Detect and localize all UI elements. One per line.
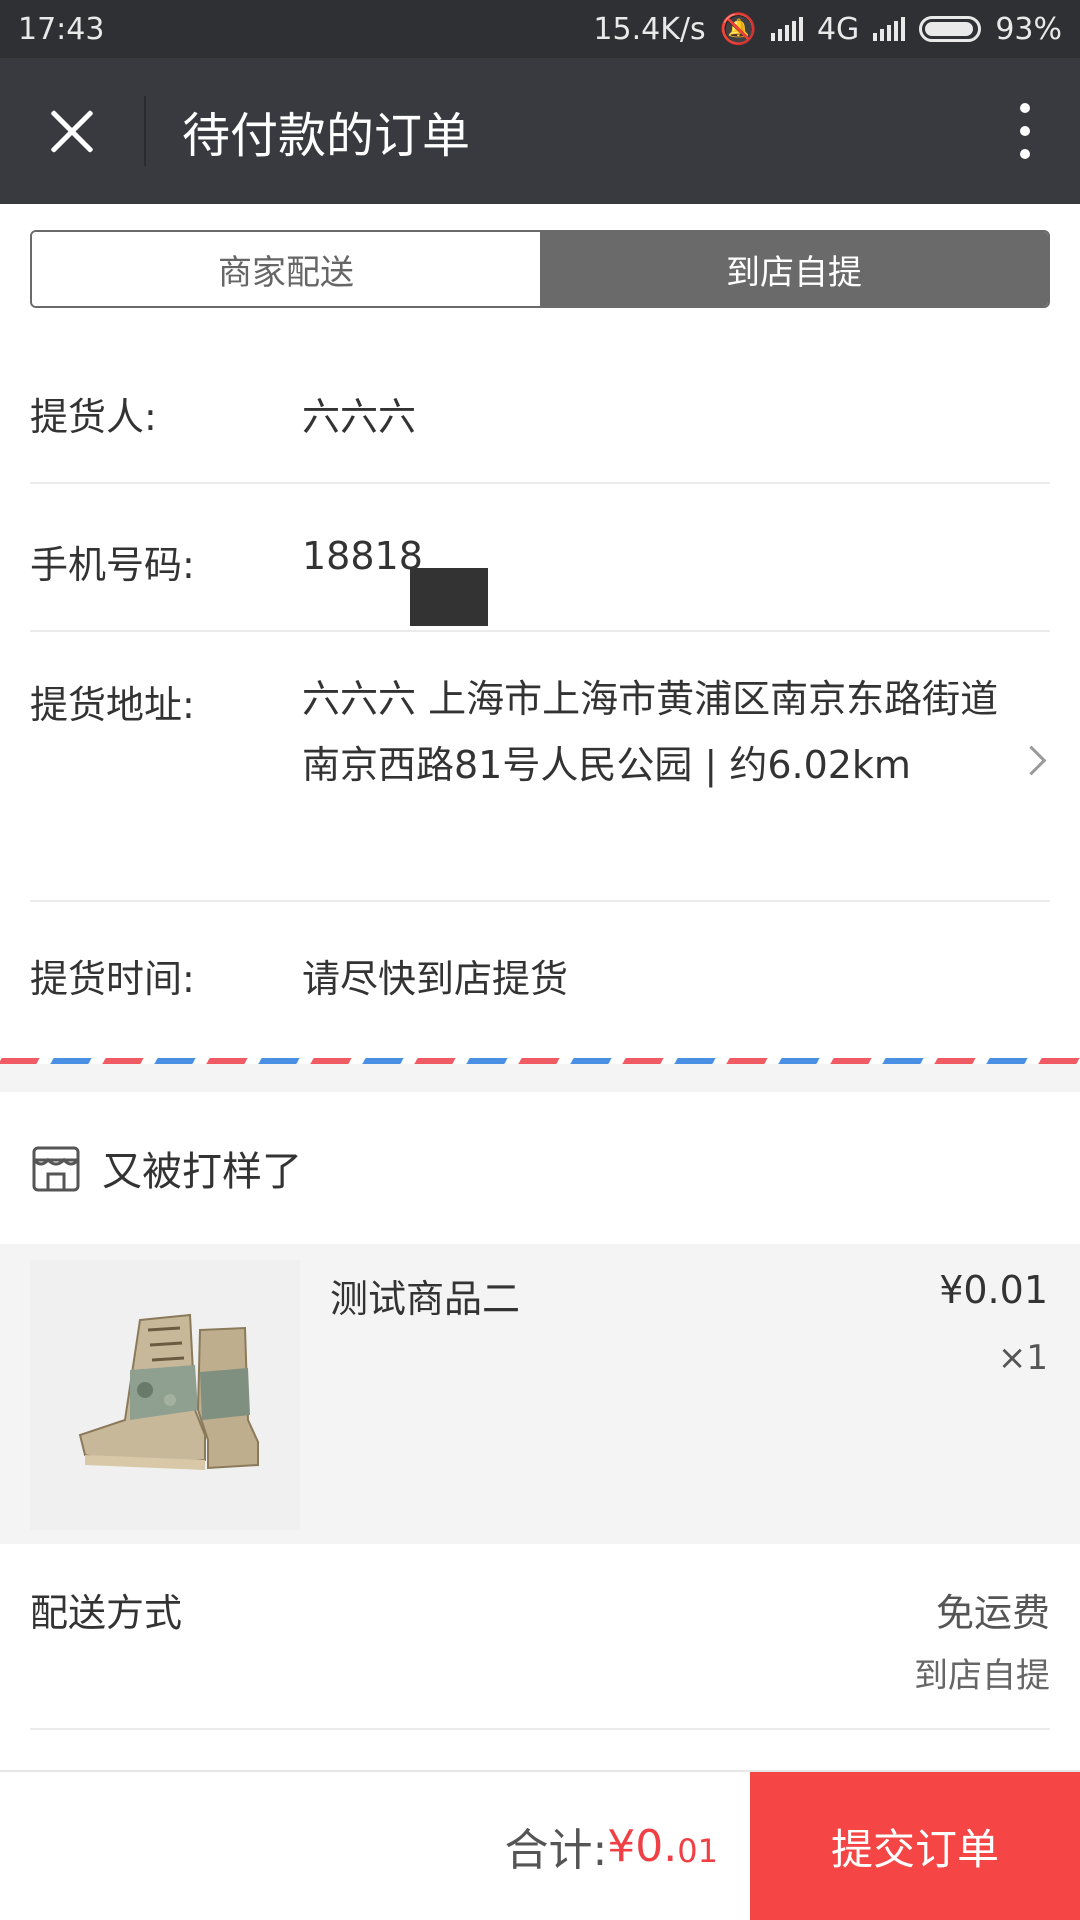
product-item[interactable]: 测试商品二 ¥0.01 ×1 [0, 1244, 1080, 1544]
total-cents: 01 [677, 1832, 718, 1870]
total-amount: ¥0. [607, 1820, 678, 1872]
mute-icon: 🔕 [719, 11, 757, 47]
pickup-person-label: 提货人: [30, 395, 157, 439]
title-bar: 待付款的订单 [0, 58, 1080, 204]
checkout-footer: 合计: ¥0. 01 提交订单 [0, 1770, 1080, 1920]
pickup-address-label: 提货地址: [30, 683, 195, 727]
network-type: 4G [816, 11, 860, 47]
product-price: ¥0.01 [939, 1268, 1048, 1312]
delivery-fee: 免运费 [935, 1591, 1050, 1635]
pickup-person-value: 六六六 [302, 395, 417, 439]
network-speed: 15.4K/s [593, 11, 706, 47]
store-icon [32, 1146, 80, 1192]
tab-store-pickup[interactable]: 到店自提 [540, 232, 1048, 306]
battery-percent: 93% [995, 11, 1062, 47]
page-title: 待付款的订单 [182, 108, 471, 164]
pickup-address-row[interactable]: 提货地址: 六六六 上海市上海市黄浦区南京东路街道南京西路81号人民公园 | 约… [30, 632, 1050, 902]
chevron-right-icon [1016, 745, 1047, 776]
more-options-icon[interactable] [970, 58, 1080, 204]
pickup-person-row: 提货人: 六六六 [30, 336, 1050, 484]
delivery-method-row: 配送方式 免运费 到店自提 [30, 1544, 1050, 1730]
submit-order-button[interactable]: 提交订单 [750, 1772, 1080, 1920]
total-summary: 合计: ¥0. 01 [504, 1772, 718, 1920]
status-bar: 17:43 15.4K/s 🔕 4G 93% [0, 0, 1080, 58]
pickup-time-label: 提货时间: [30, 957, 195, 1001]
pickup-time-value: 请尽快到店提货 [302, 957, 569, 1001]
signal-icon [770, 17, 803, 41]
redaction-block [410, 568, 488, 626]
delivery-type: 到店自提 [914, 1656, 1050, 1696]
close-icon[interactable] [0, 58, 144, 204]
section-gap [0, 1064, 1080, 1092]
tab-merchant-delivery[interactable]: 商家配送 [32, 232, 540, 306]
shop-name: 又被打样了 [102, 1149, 302, 1195]
title-divider [144, 96, 146, 166]
total-label: 合计: [504, 1825, 608, 1876]
pickup-address-value: 六六六 上海市上海市黄浦区南京东路街道南京西路81号人民公园 | 约6.02km [302, 677, 999, 787]
product-image [30, 1260, 300, 1530]
phone-label: 手机号码: [30, 543, 195, 587]
delivery-toggle: 商家配送 到店自提 [30, 230, 1050, 308]
delivery-method-label: 配送方式 [30, 1591, 183, 1635]
battery-icon [919, 16, 982, 42]
phone-row: 手机号码: 18818 [30, 484, 1050, 632]
shop-row: 又被打样了 [30, 1092, 302, 1244]
product-quantity: ×1 [997, 1338, 1048, 1378]
product-name: 测试商品二 [330, 1277, 521, 1321]
pickup-time-row: 提货时间: 请尽快到店提货 [30, 902, 1050, 1032]
signal-icon-2 [873, 17, 906, 41]
status-time: 17:43 [18, 11, 105, 47]
